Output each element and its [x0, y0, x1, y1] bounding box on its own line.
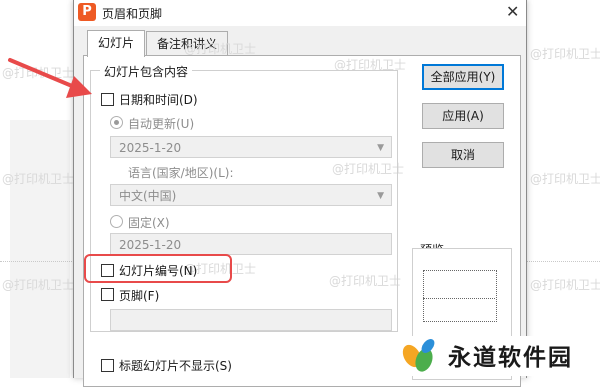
apply-to-all-button[interactable]: 全部应用(Y) — [422, 64, 504, 90]
leaf-logo-icon — [402, 339, 435, 372]
chevron-down-icon: ▼ — [377, 191, 384, 201]
language-select[interactable]: 中文(中国) ▼ — [110, 184, 392, 206]
tab-slide[interactable]: 幻灯片 — [87, 30, 146, 57]
hide-on-title-slide-checkbox[interactable] — [101, 359, 114, 372]
chevron-down-icon: ▼ — [377, 143, 384, 153]
date-time-label: 日期和时间(D) — [119, 93, 198, 107]
site-logo: 永道软件园 — [398, 336, 598, 376]
watermark: @打印机卫士 — [530, 47, 600, 61]
footer-text-input[interactable] — [110, 309, 392, 331]
auto-update-label: 自动更新(U) — [128, 117, 195, 131]
logo-text: 永道软件园 — [448, 344, 573, 371]
auto-update-date-select[interactable]: 2025-1-20 ▼ — [110, 136, 392, 158]
language-label: 语言(国家/地区)(L): — [128, 166, 234, 180]
preview-slide — [423, 270, 497, 322]
dialog-title: 页眉和页脚 — [102, 7, 163, 21]
fixed-date-input[interactable]: 2025-1-20 — [110, 233, 392, 255]
footer-label: 页脚(F) — [119, 289, 160, 303]
fixed-radio[interactable] — [110, 215, 123, 228]
close-icon[interactable]: ✕ — [506, 2, 519, 21]
fixed-label: 固定(X) — [128, 216, 170, 230]
fixed-date-value: 2025-1-20 — [119, 238, 182, 252]
watermark: @打印机卫士 — [2, 172, 75, 186]
cancel-button[interactable]: 取消 — [422, 142, 504, 168]
group-title: 幻灯片包含内容 — [100, 63, 193, 80]
slide-number-highlight — [84, 254, 232, 283]
auto-update-radio[interactable] — [110, 116, 123, 129]
watermark: @打印机卫士 — [530, 278, 600, 292]
watermark: @打印机卫士 — [2, 278, 75, 292]
title-bar: P 页眉和页脚 ✕ — [74, 0, 526, 26]
apply-button[interactable]: 应用(A) — [422, 103, 504, 129]
preview-footer-line — [423, 298, 495, 299]
auto-update-date-value: 2025-1-20 — [119, 141, 182, 155]
watermark: @打印机卫士 — [530, 172, 600, 186]
hide-on-title-slide-label: 标题幻灯片不显示(S) — [119, 359, 232, 373]
slide-background — [10, 120, 70, 378]
watermark: @打印机卫士 — [184, 42, 257, 56]
language-value: 中文(中国) — [119, 189, 177, 203]
header-footer-dialog: P 页眉和页脚 ✕ 幻灯片 备注和讲义 @打印机卫士 @打印机卫士 @打印机卫士… — [73, 0, 527, 387]
footer-checkbox[interactable] — [101, 288, 114, 301]
